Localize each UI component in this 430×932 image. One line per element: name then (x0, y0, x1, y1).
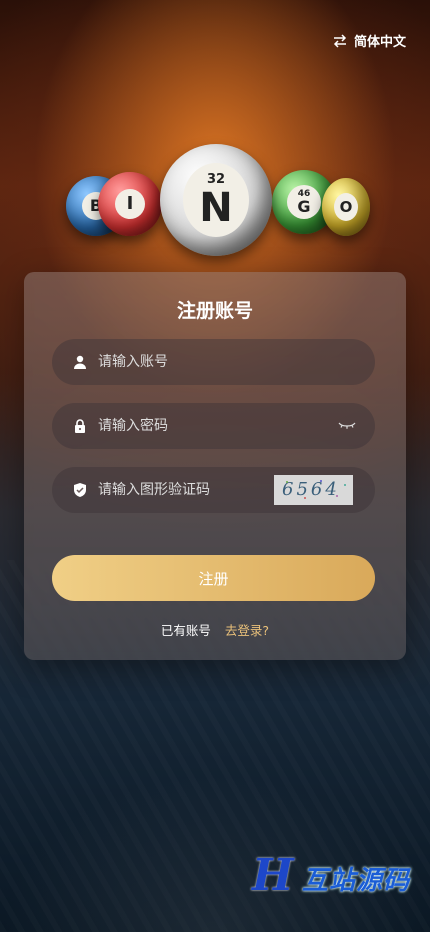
ball-letter: N (199, 184, 233, 231)
watermark-text: 互站源码 (301, 866, 410, 896)
language-switcher[interactable]: 简体中文 (332, 31, 406, 50)
eye-closed-icon[interactable] (337, 419, 357, 433)
shield-icon (72, 482, 88, 498)
captcha-field: 6564 (52, 467, 375, 513)
ball-letter: I (126, 193, 134, 214)
login-link[interactable]: 去登录? (225, 623, 269, 638)
account-input[interactable] (96, 353, 375, 371)
watermark-mark: H (252, 850, 294, 901)
login-prompt: 已有账号 去登录? (24, 620, 406, 639)
swap-arrows-icon (333, 33, 347, 48)
ball-number: 32 (206, 171, 226, 187)
ball-i: I (98, 172, 162, 236)
ball-o: O (322, 178, 370, 236)
have-account-text: 已有账号 (160, 623, 211, 638)
language-label: 简体中文 (353, 35, 406, 50)
password-field (52, 403, 375, 449)
captcha-code: 6564 (282, 479, 340, 500)
account-field (52, 339, 375, 385)
ball-letter: O (339, 197, 353, 216)
bingo-balls-banner: B I 46 G O 32 N (0, 130, 430, 280)
watermark-logo: H 互站源码 (252, 850, 412, 906)
password-input[interactable] (96, 417, 337, 435)
user-icon (72, 354, 88, 370)
ball-letter: G (297, 196, 311, 216)
register-button[interactable]: 注册 (52, 555, 375, 601)
lock-icon (72, 418, 88, 434)
ball-n: 32 N (160, 144, 272, 256)
register-card: 注册账号 6564 注册 已有账号 去登录? (24, 272, 406, 660)
captcha-image[interactable]: 6564 (274, 475, 353, 505)
captcha-input[interactable] (96, 481, 274, 499)
card-title: 注册账号 (176, 300, 253, 322)
